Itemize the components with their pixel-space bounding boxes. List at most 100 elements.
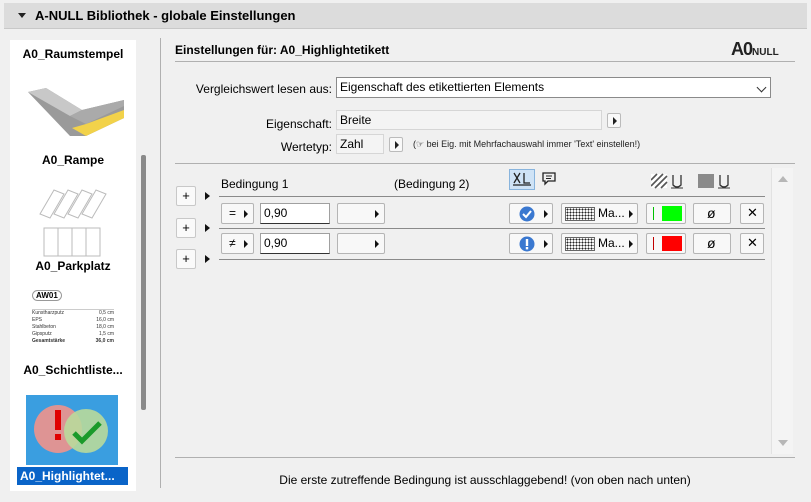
operator-select[interactable]: ≠ bbox=[221, 233, 254, 254]
pattern-label: Ma... bbox=[598, 206, 625, 220]
color-swatch bbox=[662, 206, 682, 221]
schicht-row-value: 0,5 cm bbox=[98, 310, 114, 316]
no-pen-button[interactable]: ø bbox=[693, 233, 731, 254]
header-divider bbox=[175, 61, 795, 62]
condition-value-input[interactable]: 0,90 bbox=[260, 203, 330, 224]
settings-header: Einstellungen für: A0_Highlightetikett bbox=[175, 43, 390, 57]
schicht-row-value: 18,0 cm bbox=[96, 324, 114, 330]
no-pen-button[interactable]: ø bbox=[693, 203, 731, 224]
delete-row-button[interactable]: ✕ bbox=[740, 203, 764, 224]
color-select[interactable] bbox=[646, 233, 686, 254]
compare-source-value: Eigenschaft des etikettierten Elements bbox=[340, 80, 545, 94]
dropdown-arrow-icon bbox=[544, 240, 548, 248]
pattern-swatch bbox=[565, 237, 595, 251]
highlight-preview bbox=[26, 395, 118, 465]
library-scrollbar[interactable] bbox=[141, 155, 146, 410]
color-select[interactable] bbox=[646, 203, 686, 224]
schicht-row-name: Kunstharzputz bbox=[32, 310, 64, 316]
row-pointer-icon bbox=[205, 192, 210, 200]
empty-set-icon: ø bbox=[707, 235, 716, 251]
library-item-highlightetikett[interactable]: A0_Highlightet... bbox=[17, 467, 128, 485]
status-icon-select[interactable] bbox=[509, 203, 553, 224]
library-item-parkplatz[interactable]: A0_Parkplatz bbox=[10, 259, 136, 273]
schicht-row-name: Stahlbeton bbox=[32, 324, 56, 330]
check-circle-icon bbox=[519, 206, 535, 222]
window-titlebar[interactable]: A-NULL Bibliothek - globale Einstellunge… bbox=[4, 3, 807, 29]
delete-row-button[interactable]: ✕ bbox=[740, 233, 764, 254]
close-icon: ✕ bbox=[747, 235, 758, 250]
row-divider bbox=[219, 259, 765, 260]
chevron-down-icon bbox=[756, 82, 767, 93]
schicht-row-name: EPS bbox=[32, 317, 43, 323]
color-indicator bbox=[653, 237, 654, 250]
color-indicator bbox=[653, 207, 654, 220]
condition-value-input[interactable]: 0,90 bbox=[260, 233, 330, 254]
row-pointer-icon bbox=[205, 224, 210, 232]
property-picker-button[interactable] bbox=[607, 113, 621, 128]
ramp-preview-icon bbox=[28, 88, 124, 136]
scroll-down-icon[interactable] bbox=[778, 440, 788, 446]
footer-note: Die erste zutreffende Bedingung ist auss… bbox=[279, 473, 691, 487]
schicht-row-value: 1,5 cm bbox=[98, 331, 114, 337]
valuetype-picker-button[interactable] bbox=[389, 137, 403, 152]
library-item-rampe[interactable]: A0_Rampe bbox=[10, 153, 136, 167]
collapse-triangle-icon[interactable] bbox=[18, 13, 26, 18]
operator-value: = bbox=[229, 206, 237, 220]
anull-logo: A0NULL bbox=[731, 39, 779, 60]
scroll-up-icon[interactable] bbox=[778, 176, 788, 182]
add-condition-button[interactable]: + bbox=[176, 218, 196, 238]
parking-preview-icon bbox=[39, 189, 107, 257]
color-swatch bbox=[662, 236, 682, 251]
pattern-label: Ma... bbox=[598, 236, 625, 250]
library-item-schichtliste[interactable]: A0_Schichtliste... bbox=[10, 363, 136, 377]
comment-icon[interactable] bbox=[540, 170, 558, 191]
valuetype-hint: (☞ bei Eig. mit Mehrfachauswahl immer 'T… bbox=[413, 139, 641, 149]
add-condition-button[interactable]: + bbox=[176, 186, 196, 206]
condition2-select[interactable] bbox=[337, 203, 385, 224]
exclamation-circle-icon bbox=[519, 236, 535, 252]
row-pointer-icon bbox=[205, 255, 210, 263]
label-tool-icon[interactable] bbox=[509, 169, 535, 190]
dropdown-arrow-icon bbox=[629, 240, 633, 248]
operator-select[interactable]: = bbox=[221, 203, 254, 224]
compare-source-select[interactable]: Eigenschaft des etikettierten Elements bbox=[336, 77, 771, 98]
property-field[interactable]: Breite bbox=[336, 110, 602, 130]
dropdown-arrow-icon bbox=[244, 240, 248, 248]
add-condition-button[interactable]: + bbox=[176, 249, 196, 269]
logo-sub: NULL bbox=[752, 47, 779, 58]
library-item-raumstempel[interactable]: A0_Raumstempel bbox=[10, 47, 136, 61]
conditions-scrollbar[interactable] bbox=[771, 168, 793, 454]
header-divider bbox=[219, 196, 765, 197]
dropdown-arrow-icon bbox=[375, 240, 379, 248]
schichtliste-preview: AW01 Kunstharzputz 0,5 cm EPS 16,0 cm Stah… bbox=[32, 290, 116, 352]
dropdown-arrow-icon bbox=[544, 210, 548, 218]
window-title: A-NULL Bibliothek - globale Einstellunge… bbox=[35, 8, 296, 23]
highlight-preview-icon bbox=[34, 405, 108, 453]
schicht-row-value: 36,0 cm bbox=[95, 338, 114, 344]
schicht-row-value: 16,0 cm bbox=[96, 317, 114, 323]
valuetype-label: Wertetyp: bbox=[280, 140, 332, 154]
property-label: Eigenschaft: bbox=[265, 117, 332, 131]
divider bbox=[160, 38, 161, 488]
operator-value: ≠ bbox=[229, 236, 236, 250]
status-icon-select[interactable] bbox=[509, 233, 553, 254]
schicht-row-name: Gipsputz bbox=[32, 331, 52, 337]
condition2-select[interactable] bbox=[337, 233, 385, 254]
dropdown-arrow-icon bbox=[375, 210, 379, 218]
close-icon: ✕ bbox=[747, 205, 758, 220]
row-divider bbox=[219, 228, 765, 229]
schicht-row-name: Gesamtstärke bbox=[32, 338, 66, 344]
schicht-tag: AW01 bbox=[32, 290, 62, 301]
pattern-select[interactable]: Ma... bbox=[561, 233, 638, 254]
empty-set-icon: ø bbox=[707, 205, 716, 221]
logo-text: A0 bbox=[731, 39, 753, 59]
pattern-swatch bbox=[565, 207, 595, 221]
col-condition1: Bedingung 1 bbox=[221, 177, 289, 191]
pattern-select[interactable]: Ma... bbox=[561, 203, 638, 224]
hatch-pen-icon bbox=[650, 173, 685, 192]
valuetype-field[interactable]: Zahl bbox=[336, 134, 384, 154]
col-condition2: (Bedingung 2) bbox=[394, 177, 470, 191]
fill-pen-icon bbox=[698, 173, 734, 192]
library-list[interactable]: A0_Raumstempel A0_Rampe A0_Parkplatz AW0… bbox=[10, 40, 136, 491]
dropdown-arrow-icon bbox=[629, 210, 633, 218]
